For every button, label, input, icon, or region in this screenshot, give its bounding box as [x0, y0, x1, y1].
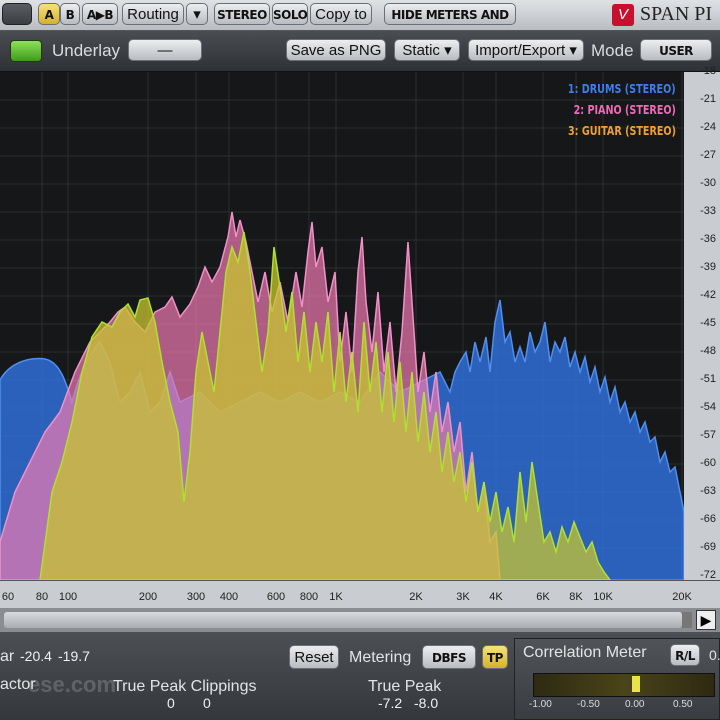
- brand-logo-icon: V: [612, 4, 634, 26]
- clippings-right: 0: [203, 695, 211, 711]
- horizontal-scrollbar[interactable]: ▶: [0, 608, 720, 632]
- import-export-dropdown[interactable]: Import/Export ▾: [468, 39, 584, 61]
- db-tick-label: -69: [700, 541, 716, 553]
- true-peak-right: -8.0: [414, 695, 439, 711]
- rl-button[interactable]: R/L: [670, 644, 700, 666]
- level-value-left: -20.4: [20, 648, 52, 664]
- db-tick-label: -63: [700, 485, 716, 497]
- meters-panel: ar -20.4 -19.7 actor ese.com Reset Meter…: [0, 632, 720, 720]
- frequency-tick-label: 1K: [329, 591, 343, 603]
- db-tick-label: -30: [700, 177, 716, 189]
- db-tick-label: -33: [700, 205, 716, 217]
- db-tick-label: -51: [700, 373, 716, 385]
- mode-label: Mode: [591, 41, 634, 60]
- db-tick-label: -54: [700, 401, 716, 413]
- watermark: ese.com: [28, 672, 117, 697]
- toolbar: Underlay — Save as PNG Static ▾ Import/E…: [0, 31, 720, 72]
- frequency-tick-label: 80: [35, 591, 49, 603]
- reset-button[interactable]: Reset: [289, 645, 339, 669]
- top-bar: A B A▶B Routing ▾ STEREO SOLO Copy to HI…: [0, 0, 720, 44]
- brand-name: SPAN PI: [640, 3, 713, 25]
- underlay-label: Underlay: [52, 41, 121, 60]
- db-tick-label: -21: [700, 93, 716, 105]
- db-tick-label: -48: [700, 345, 716, 357]
- db-tick-label: -39: [700, 261, 716, 273]
- correlation-tick-label: -1.00: [529, 699, 552, 710]
- frequency-tick-label: 10K: [593, 591, 613, 603]
- hide-meters-button[interactable]: HIDE METERS AND STATS: [384, 3, 516, 44]
- db-axis: -18 -21 -24 -27 -30 -33 -36 -39 -42 -45 -48 -51 -54 -…: [684, 65, 720, 581]
- frequency-tick-label: 3K: [456, 591, 470, 603]
- legend-piano[interactable]: 2: PIANO (STEREO): [574, 103, 676, 117]
- db-tick-label: -18: [700, 65, 716, 77]
- correlation-tick-label: 0.50: [673, 699, 693, 710]
- db-tick-label: -36: [700, 233, 716, 245]
- metering-label: Metering: [349, 649, 412, 666]
- db-tick-label: -24: [700, 121, 716, 133]
- solo-button[interactable]: SOLO: [272, 3, 308, 25]
- correlation-meter-panel: Correlation Meter R/L 0. -1.00 -0.50 0.00 0…: [514, 638, 720, 720]
- underlay-enable-toggle[interactable]: [10, 40, 42, 62]
- frequency-tick-label: 60: [1, 591, 15, 603]
- correlation-tick-label: -0.50: [577, 699, 600, 710]
- frequency-tick-label: 100: [58, 591, 78, 603]
- db-tick-label: -57: [700, 429, 716, 441]
- stereo-button[interactable]: STEREO: [214, 3, 270, 25]
- copy-to-button[interactable]: Copy to: [310, 3, 372, 25]
- db-tick-label: -45: [700, 317, 716, 329]
- rl-value: 0.: [709, 647, 720, 663]
- preset-b-button[interactable]: B: [60, 3, 80, 25]
- spectrum-plot[interactable]: 1: DRUMS (STEREO) 2: PIANO (STEREO) 3: G…: [0, 72, 684, 580]
- frequency-tick-label: 2K: [409, 591, 423, 603]
- crest-label-partial: ar: [0, 648, 15, 665]
- correlation-meter-bar: [533, 673, 715, 697]
- db-tick-label: -60: [700, 457, 716, 469]
- frequency-tick-label: 4K: [489, 591, 503, 603]
- routing-button[interactable]: Routing: [122, 3, 184, 25]
- frequency-tick-label: 20K: [672, 591, 692, 603]
- frequency-tick-label: 8K: [569, 591, 583, 603]
- underlay-select[interactable]: —: [128, 39, 202, 61]
- frequency-tick-label: 600: [266, 591, 286, 603]
- clippings-left: 0: [167, 695, 175, 711]
- scroll-right-arrow-icon[interactable]: ▶: [696, 610, 716, 630]
- preset-a-button[interactable]: A: [38, 3, 60, 25]
- true-peak-clippings-label: True Peak Clippings: [113, 678, 257, 695]
- legend-drums[interactable]: 1: DRUMS (STEREO): [568, 82, 676, 96]
- power-button[interactable]: [2, 3, 32, 25]
- frequency-tick-label: 300: [186, 591, 206, 603]
- true-peak-left: -7.2: [378, 695, 403, 711]
- db-tick-label: -42: [700, 289, 716, 301]
- db-tick-label: -66: [700, 513, 716, 525]
- frequency-tick-label: 800: [299, 591, 319, 603]
- save-png-button[interactable]: Save as PNG: [286, 39, 386, 61]
- frequency-tick-label: 400: [219, 591, 239, 603]
- mode-select[interactable]: USER: [640, 39, 712, 61]
- correlation-indicator: [632, 676, 640, 692]
- routing-dropdown-button[interactable]: ▾: [186, 3, 208, 25]
- level-value-right: -19.7: [58, 648, 90, 664]
- spectrum-graph: [0, 72, 684, 580]
- frequency-axis: 60 80 100 200 300 400 600 800 1K 2K 3K 4K 6K 8K 10K 20K: [0, 580, 720, 609]
- legend-guitar[interactable]: 3: GUITAR (STEREO): [568, 124, 676, 138]
- db-tick-label: -27: [700, 149, 716, 161]
- static-dropdown[interactable]: Static ▾: [394, 39, 460, 61]
- frequency-tick-label: 200: [138, 591, 158, 603]
- metering-dbfs-button[interactable]: DBFS: [422, 645, 476, 669]
- frequency-tick-label: 6K: [536, 591, 550, 603]
- preset-a-to-b-button[interactable]: A▶B: [82, 3, 118, 25]
- correlation-tick-label: 0.00: [625, 699, 645, 710]
- scrollbar-track[interactable]: [4, 612, 682, 628]
- scrollbar-thumb[interactable]: [682, 612, 692, 628]
- true-peak-label: True Peak: [368, 678, 442, 695]
- true-peak-toggle[interactable]: TP: [482, 645, 508, 669]
- correlation-meter-title: Correlation Meter: [523, 644, 647, 661]
